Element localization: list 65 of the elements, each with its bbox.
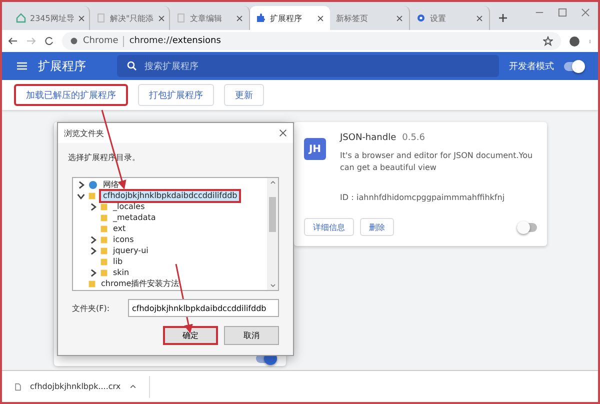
- folder-label: 文件夹(F):: [72, 302, 111, 314]
- extension-version: 0.5.6: [402, 132, 426, 145]
- close-icon[interactable]: [236, 14, 243, 22]
- toolbar-button[interactable]: 加载已解压的扩展程序: [14, 84, 128, 106]
- close-icon[interactable]: [317, 14, 324, 22]
- tree-item[interactable]: ext: [111, 224, 128, 234]
- extension-name: JSON-handle: [340, 132, 396, 145]
- tree-item[interactable]: _locales: [111, 202, 147, 212]
- page-title: 扩展程序: [38, 58, 87, 74]
- tree-item[interactable]: skin: [111, 268, 132, 278]
- tree-item[interactable]: 网络: [101, 180, 121, 190]
- chevron-down-icon[interactable]: [77, 192, 85, 200]
- caret-icon[interactable]: [128, 382, 137, 390]
- puzzle-icon: [256, 13, 266, 23]
- chevron-right-icon[interactable]: [89, 202, 97, 210]
- toolbar-button[interactable]: 更新: [224, 84, 264, 106]
- dialog-button[interactable]: 取消: [224, 326, 279, 345]
- address-bar[interactable]: Chrome chrome://extensions: [62, 32, 561, 50]
- card-button[interactable]: 删除: [360, 218, 394, 236]
- chevron-right-icon[interactable]: [89, 236, 97, 244]
- tree-item[interactable]: icons: [111, 234, 136, 244]
- page-icon: [96, 13, 106, 23]
- tree-item[interactable]: lib: [111, 256, 125, 266]
- close-icon[interactable]: [396, 14, 403, 22]
- scroll-down-icon[interactable]: [270, 283, 276, 288]
- dialog-title: 浏览文件夹: [64, 128, 104, 138]
- toolbar-button[interactable]: 打包扩展程序: [138, 84, 214, 106]
- browser-tab[interactable]: 扩展程序: [250, 6, 330, 30]
- extension-id: ID：iahnhfdhidomcpggpaimmmahffihkfnj: [340, 192, 506, 204]
- chevron-right-icon[interactable]: [77, 180, 85, 188]
- extension-description: It's a browser and editor for JSON document.You can get a beautiful view: [340, 150, 534, 174]
- close-icon[interactable]: [279, 129, 287, 137]
- close-icon[interactable]: [476, 14, 483, 22]
- card-button[interactable]: 详细信息: [304, 218, 354, 236]
- menu-icon[interactable]: [16, 61, 28, 71]
- tree-item[interactable]: chrome插件安装方法: [99, 278, 182, 288]
- scrollbar[interactable]: [267, 178, 278, 290]
- scrollbar-thumb[interactable]: [269, 196, 276, 232]
- search-field[interactable]: 搜索扩展程序: [116, 55, 499, 77]
- page-icon: [176, 13, 186, 23]
- chevron-right-icon[interactable]: [89, 268, 97, 276]
- close-icon[interactable]: [581, 8, 590, 16]
- tree-item[interactable]: _metadata: [111, 212, 158, 222]
- developer-mode-toggle[interactable]: [564, 62, 584, 70]
- extension-logo: JH: [304, 138, 326, 160]
- chevron-right-icon[interactable]: [89, 246, 97, 254]
- close-icon[interactable]: [78, 14, 86, 22]
- close-icon[interactable]: [158, 14, 165, 22]
- dialog-button[interactable]: 确定: [163, 326, 218, 345]
- house-icon: [16, 13, 26, 23]
- extension-toggle[interactable]: [517, 222, 537, 232]
- maximize-icon[interactable]: [558, 8, 567, 16]
- search-icon: [126, 61, 137, 71]
- tree-item[interactable]: cfhdojbkjhnklbpkdaibdccddilifddb: [99, 188, 242, 202]
- gear-icon: [416, 13, 426, 23]
- reload-icon[interactable]: [44, 36, 54, 46]
- developer-mode-label: 开发者模式: [509, 60, 554, 72]
- file-icon: [14, 382, 22, 392]
- download-filename[interactable]: cfhdojbkjhnklbpk....crx: [30, 382, 121, 391]
- tree-item[interactable]: jquery-ui: [111, 246, 150, 256]
- folder-field[interactable]: cfhdojbkjhnklbpkdaibdccddilifddb: [128, 299, 279, 317]
- scroll-up-icon[interactable]: [270, 180, 276, 185]
- star-icon[interactable]: [543, 36, 553, 46]
- back-icon[interactable]: [8, 36, 18, 46]
- new-tab-icon[interactable]: [498, 13, 508, 23]
